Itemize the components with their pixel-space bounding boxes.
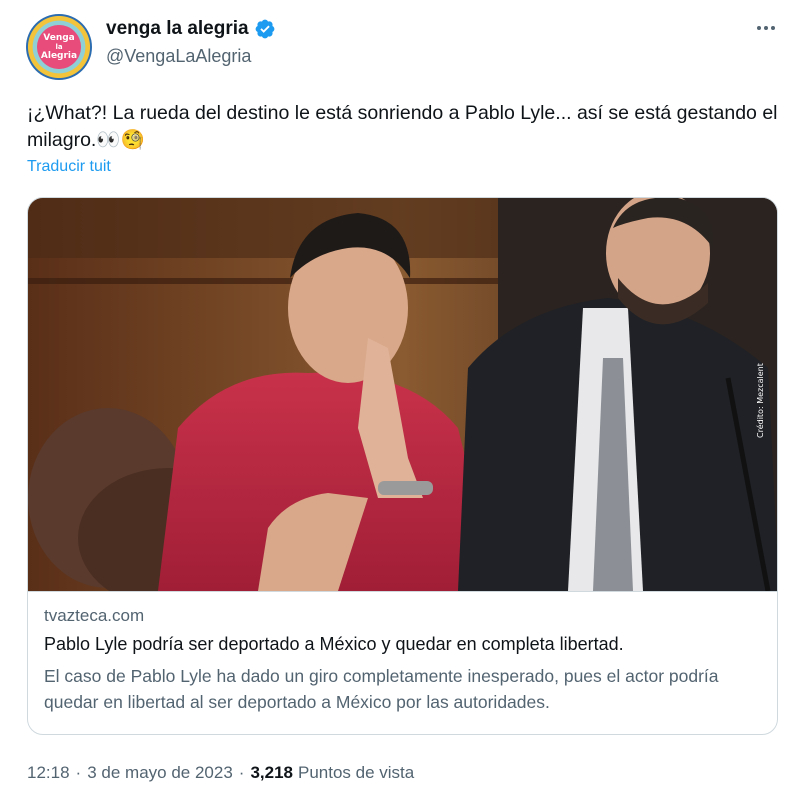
verified-badge-icon — [255, 19, 274, 39]
separator: · — [75, 763, 82, 782]
views-label: Puntos de vista — [298, 763, 415, 782]
translate-link[interactable]: Traducir tuit — [27, 158, 111, 176]
card-image[interactable]: Crédito: Mezcalent — [28, 198, 777, 591]
author-display-name[interactable]: venga la alegria — [106, 18, 249, 40]
avatar-logo: Venga la Alegria — [37, 25, 81, 69]
avatar-text-3: Alegria — [40, 51, 78, 61]
card-title: Pablo Lyle podría ser deportado a México… — [44, 634, 624, 654]
more-options-icon[interactable] — [752, 18, 780, 38]
separator: · — [238, 763, 245, 782]
views-count[interactable]: 3,218 — [250, 763, 293, 783]
tweet: Venga la Alegria venga la alegria @Venga… — [0, 0, 800, 787]
card-description: El caso de Pablo Lyle ha dado un giro co… — [44, 666, 719, 712]
link-card[interactable]: Crédito: Mezcalent tvazteca.com Pablo Ly… — [27, 197, 778, 735]
card-domain: tvazteca.com — [44, 606, 145, 625]
card-meta[interactable]: tvazteca.com Pablo Lyle podría ser depor… — [28, 591, 777, 734]
tweet-time[interactable]: 12:18 — [27, 763, 70, 783]
avatar[interactable]: Venga la Alegria — [26, 14, 92, 80]
author-handle[interactable]: @VengaLaAlegria — [106, 46, 251, 67]
image-credit: Crédito: Mezcalent — [755, 363, 765, 438]
courtroom-photo: Crédito: Mezcalent — [28, 198, 777, 591]
tweet-footer: 12:18 · 3 de mayo de 2023 · 3,218 Puntos… — [27, 763, 414, 783]
tweet-emoji: 👀🧐 — [96, 129, 145, 151]
tweet-text: ¡¿What?! La rueda del destino le está so… — [27, 100, 787, 154]
tweet-date[interactable]: 3 de mayo de 2023 — [87, 763, 233, 783]
avatar-text-1: Venga — [43, 33, 75, 43]
avatar-text-2: la — [55, 43, 63, 51]
author-name-row: venga la alegria — [106, 18, 276, 40]
